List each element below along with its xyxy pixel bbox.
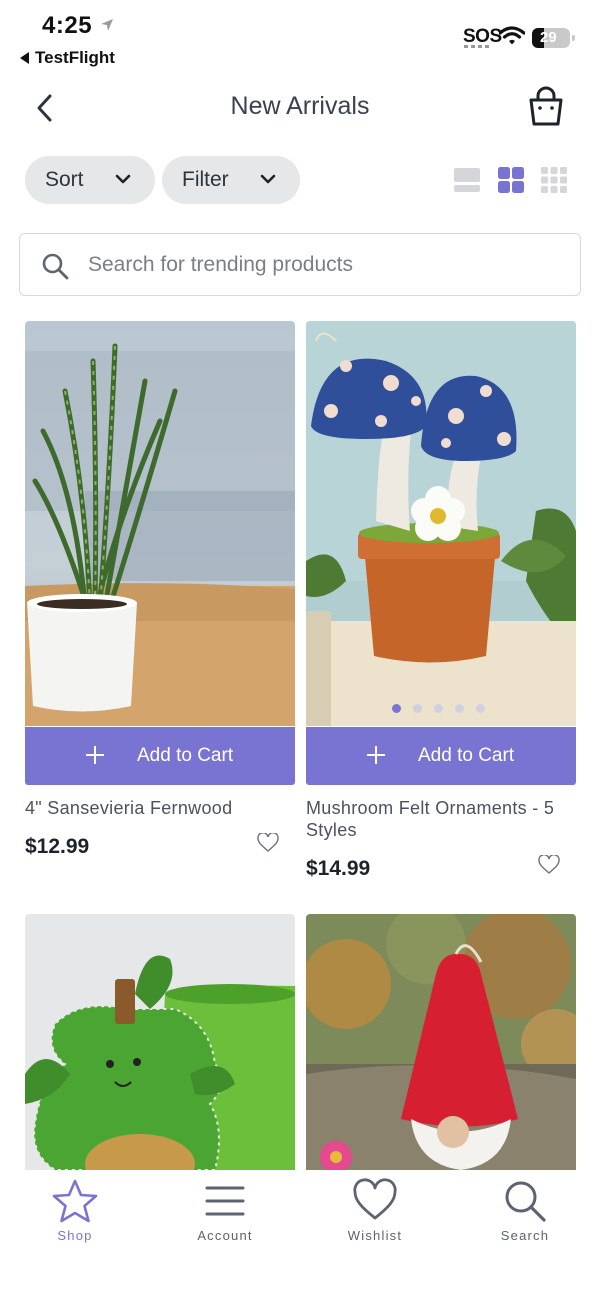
product-name[interactable]: 4" Sansevieria Fernwood — [25, 797, 295, 819]
carousel-dot[interactable] — [476, 704, 485, 713]
heart-icon — [353, 1178, 397, 1220]
wishlist-heart-icon[interactable] — [538, 855, 560, 875]
plus-icon — [367, 746, 385, 764]
page-title: New Arrivals — [230, 92, 370, 120]
nav-header: New Arrivals — [0, 80, 600, 136]
tab-search[interactable]: Search — [450, 1178, 600, 1258]
dense-grid-view-icon[interactable] — [540, 166, 568, 194]
add-to-cart-button[interactable]: Add to Cart — [306, 727, 576, 785]
product-image[interactable] — [306, 321, 576, 726]
search-bar[interactable] — [19, 233, 581, 296]
filter-dropdown[interactable]: Filter — [162, 156, 300, 204]
product-name[interactable]: Mushroom Felt Ornaments - 5 Styles — [306, 797, 576, 841]
search-input[interactable] — [88, 246, 558, 284]
signal-dots — [464, 45, 492, 48]
sort-dropdown[interactable]: Sort — [25, 156, 155, 204]
status-bar: 4:25 TestFlight SOS 29 — [0, 0, 600, 72]
search-icon — [42, 253, 69, 280]
add-to-cart-label: Add to Cart — [418, 745, 515, 766]
plus-icon — [86, 746, 104, 764]
chevron-down-icon — [115, 174, 131, 184]
sort-label: Sort — [45, 168, 84, 191]
search-icon — [505, 1181, 546, 1222]
list-view-icon[interactable] — [453, 166, 481, 194]
carousel-dot[interactable] — [413, 704, 422, 713]
battery-indicator: 29 — [532, 28, 575, 48]
battery-level: 29 — [540, 29, 557, 46]
shopping-bag-icon[interactable] — [526, 86, 566, 128]
tab-label: Shop — [57, 1228, 93, 1243]
carousel-dot[interactable] — [455, 704, 464, 713]
tab-label: Search — [500, 1228, 550, 1243]
tab-label: Wishlist — [347, 1228, 403, 1243]
tab-label: Account — [197, 1228, 253, 1243]
add-to-cart-label: Add to Cart — [137, 745, 234, 766]
wishlist-heart-icon[interactable] — [257, 833, 279, 853]
product-image[interactable] — [25, 914, 295, 1170]
chevron-down-icon — [260, 174, 276, 184]
location-arrow-icon — [101, 19, 113, 31]
status-time: 4:25 — [42, 12, 93, 39]
star-icon — [52, 1179, 98, 1223]
filter-label: Filter — [182, 168, 229, 191]
back-app-label: TestFlight — [35, 48, 115, 67]
back-triangle-icon — [20, 52, 29, 64]
product-price: $14.99 — [306, 857, 371, 880]
product-image[interactable] — [25, 321, 295, 726]
add-to-cart-button[interactable]: Add to Cart — [25, 727, 295, 785]
product-image[interactable] — [306, 914, 576, 1170]
back-to-app-link[interactable]: TestFlight — [20, 48, 115, 68]
carousel-dot[interactable] — [392, 704, 401, 713]
product-price: $12.99 — [25, 835, 90, 858]
bottom-tab-bar: Shop Account Wishlist Search — [0, 1170, 600, 1299]
menu-icon — [205, 1186, 245, 1216]
image-carousel-dots[interactable] — [392, 704, 485, 713]
tab-account[interactable]: Account — [150, 1178, 300, 1258]
tab-wishlist[interactable]: Wishlist — [300, 1178, 450, 1258]
grid-view-icon[interactable] — [497, 166, 525, 194]
wifi-icon — [499, 26, 525, 45]
carousel-dot[interactable] — [434, 704, 443, 713]
tab-shop[interactable]: Shop — [0, 1178, 150, 1258]
